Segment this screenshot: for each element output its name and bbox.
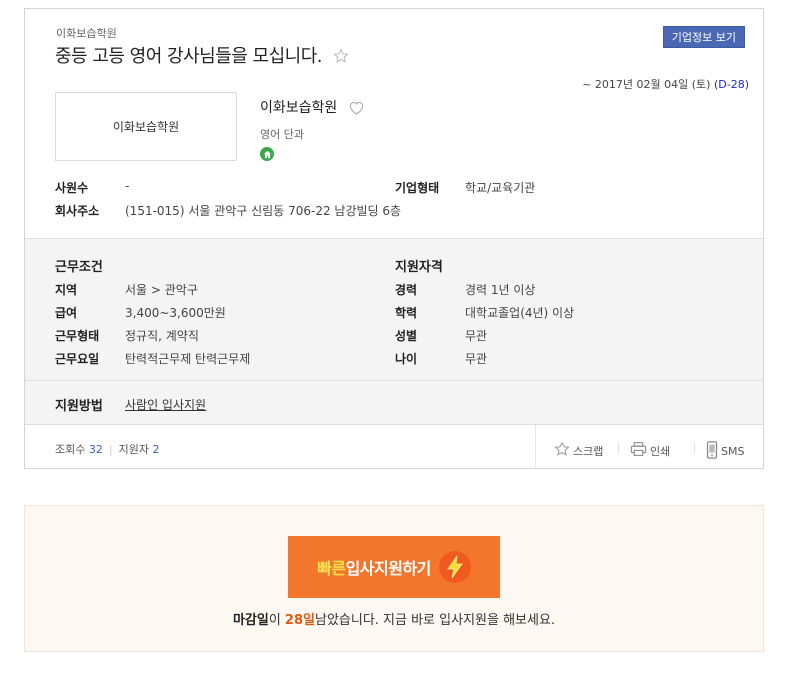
deadline-msg-label: 마감일 [232, 613, 269, 628]
quick-apply-button[interactable]: 빠른입사지원하기 [288, 536, 500, 598]
deadline-date: ~ 2017년 02월 04일 (토) (D-28) [582, 76, 749, 92]
sms-button[interactable]: SMS [706, 441, 744, 462]
deadline-message: 마감일이 28일남았습니다. 지금 바로 입사지원을 해보세요. [25, 609, 763, 628]
work-days-label: 근무요일 [55, 352, 100, 366]
dday-badge: (D-28) [713, 78, 749, 91]
gender-label: 성별 [395, 329, 418, 343]
employment-type-label: 근무형태 [55, 329, 100, 343]
job-title-text: 중등 고등 영어 강사님들을 모십니다. [55, 46, 323, 67]
career-label: 경력 [395, 283, 418, 297]
deadline-msg-rest: 남았습니다. 지금 바로 입사지원을 해보세요. [314, 613, 556, 628]
days-remaining: 28일 [284, 613, 315, 628]
address-label: 회사주소 [55, 204, 100, 218]
scrap-label: 스크랩 [573, 444, 604, 458]
deadline-msg-particle: 이 [268, 613, 285, 628]
company-info-button[interactable]: 기업정보 보기 [662, 26, 745, 48]
apply-method-label: 지원방법 [55, 399, 103, 414]
education-value: 대학교졸업(4년) 이상 [465, 306, 575, 320]
career-value: 경력 1년 이상 [465, 283, 536, 297]
apply-method-section: 지원방법 사람인 입사지원 [25, 380, 763, 424]
gender-value: 무관 [465, 329, 488, 343]
work-days-value: 탄력적근무제 탄력근무제 [125, 352, 251, 366]
quick-apply-highlight: 빠른 [317, 559, 346, 578]
heart-icon[interactable] [348, 100, 365, 119]
qualifications-heading: 지원자격 [395, 260, 443, 275]
lightning-icon [438, 551, 471, 583]
industry-text: 영어 단과 [260, 128, 304, 141]
apply-method-link[interactable]: 사람인 입사지원 [125, 396, 206, 413]
posting-actions: 스크랩 인쇄 SMS [535, 425, 763, 469]
age-label: 나이 [395, 352, 418, 366]
address-value: (151-015) 서울 관악구 신림동 706-22 남강빌딩 6층 [125, 204, 402, 218]
star-icon[interactable] [333, 48, 349, 69]
company-logo[interactable]: 이화보습학원 [55, 92, 237, 161]
quick-apply-text: 입사지원하기 [345, 559, 432, 578]
mobile-phone-icon [706, 441, 718, 462]
sms-label: SMS [721, 445, 745, 458]
education-label: 학력 [395, 306, 418, 320]
job-title: 중등 고등 영어 강사님들을 모십니다. [55, 42, 349, 69]
region-value: 서울 > 관악구 [125, 283, 198, 297]
job-posting-card: 이화보습학원 중등 고등 영어 강사님들을 모십니다. 기업정보 보기 ~ 20… [24, 8, 764, 469]
employees-value: - [125, 179, 130, 193]
conditions-section: 근무조건 지원자격 지역 서울 > 관악구 급여 3,400~3,600만원 근… [25, 238, 763, 380]
home-icon[interactable] [260, 147, 274, 161]
company-name: 이화보습학원 [260, 97, 365, 119]
posting-stats: 조회수 32 | 지원자 2 [55, 443, 160, 456]
applicants-count: 2 [152, 443, 160, 456]
print-label: 인쇄 [650, 444, 671, 458]
company-type-value: 학교/교육기관 [465, 181, 536, 195]
printer-icon [630, 441, 647, 460]
company-name-small[interactable]: 이화보습학원 [56, 25, 117, 41]
employees-label: 사원수 [55, 181, 89, 195]
quick-apply-label: 빠른입사지원하기 [317, 555, 431, 579]
applicants-label: 지원자 [118, 443, 149, 456]
employment-type-value: 정규직, 계약직 [125, 329, 199, 343]
posting-footer: 조회수 32 | 지원자 2 스크랩 인쇄 SMS [25, 424, 763, 469]
views-label: 조회수 [55, 443, 86, 456]
region-label: 지역 [55, 283, 78, 297]
scrap-button[interactable]: 스크랩 [554, 441, 603, 460]
quick-apply-panel: 빠른입사지원하기 마감일이 28일남았습니다. 지금 바로 입사지원을 해보세요… [24, 505, 764, 652]
salary-label: 급여 [55, 306, 78, 320]
company-name-text[interactable]: 이화보습학원 [260, 100, 337, 116]
print-button[interactable]: 인쇄 [630, 441, 670, 460]
company-type-label: 기업형태 [395, 181, 440, 195]
star-outline-icon [554, 441, 570, 460]
salary-value: 3,400~3,600만원 [125, 306, 226, 320]
deadline-text: ~ 2017년 02월 04일 (토) [582, 78, 714, 91]
views-count: 32 [88, 443, 103, 456]
work-conditions-heading: 근무조건 [55, 260, 103, 275]
age-value: 무관 [465, 352, 488, 366]
